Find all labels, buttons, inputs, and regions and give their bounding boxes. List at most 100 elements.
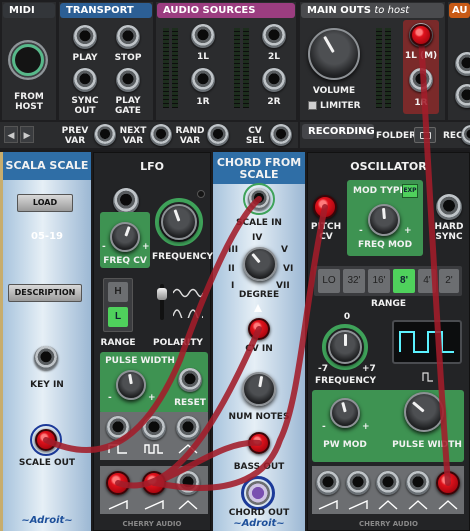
prev-var-jack[interactable] [94,124,116,146]
audio-1l-label: 1L [197,52,209,62]
osc-range-32[interactable]: 32' [343,269,365,293]
main-out-1l-label: 1L (M) [404,51,438,61]
stop-jack[interactable] [116,25,140,49]
audio-1r-label: 1R [196,97,210,107]
next-var-jack[interactable] [150,124,172,146]
rand-var-jack[interactable] [207,124,229,146]
play-gate-jack[interactable] [116,68,140,92]
osc-out-jack-2[interactable] [346,471,370,495]
audio-2r-label: 2R [267,97,281,107]
chord-brand: ~Adroit~ [233,518,285,529]
sync-out-label: SYNC OUT [71,96,99,116]
osc-out-pulse-icon [438,500,458,510]
scala-scale-out-label: SCALE OUT [18,458,76,468]
lfo-polarity-unipolar-wave-icon [173,309,203,318]
lfo-freq-cv-knob[interactable] [110,222,140,252]
lfo-pulse-width-knob[interactable] [116,370,146,400]
chord-out-socket[interactable] [246,481,270,505]
chord-bass-out-label: BASS OUT [233,462,285,472]
osc-out-sine-icon [408,500,428,510]
play-jack[interactable] [73,25,97,49]
lfo-cv-jack[interactable] [113,188,139,214]
scala-load-button[interactable]: LOAD [17,194,73,212]
scala-description-button[interactable]: DESCRIPTION [8,284,82,302]
osc-hard-sync-jack[interactable] [436,194,462,220]
osc-brand: CHERRY AUDIO [359,520,418,528]
scala-key-in-jack[interactable] [34,346,58,370]
chord-cv-in-plug[interactable] [248,318,270,340]
folder-label: FOLDER [376,131,417,141]
osc-out-jack-3[interactable] [376,471,400,495]
main-out-1l-plug[interactable] [410,24,432,46]
main-outs-title-text: MAIN OUTS [307,5,371,16]
rand-var-label: RAND VAR [175,126,205,146]
chord-bass-out-plug[interactable] [248,432,270,454]
lfo-triangle-wave-icon [178,444,198,454]
limiter-checkbox[interactable] [308,101,317,110]
lfo-polarity-bipolar-wave-icon [173,288,203,298]
lfo-frequency-knob[interactable] [161,204,197,240]
folder-icon [420,132,431,139]
main-outs-subtitle: to host [374,5,410,16]
lfo-polarity-toggle[interactable] [157,284,167,320]
osc-range-8[interactable]: 8' [393,269,415,293]
lfo-tri-out-jack[interactable] [176,416,200,440]
arrow-right-button[interactable]: ▶ [20,126,34,143]
folder-button[interactable] [414,127,436,143]
osc-range-2[interactable]: 2' [439,269,459,293]
lfo-brand: CHERRY AUDIO [122,520,182,528]
lfo-reset-label: RESET [174,398,206,408]
osc-pw-mod-knob[interactable] [330,398,360,428]
play-label: PLAY [72,53,98,63]
midi-title: MIDI [3,3,55,18]
main-out-1r-jack[interactable] [409,68,433,92]
osc-freq-mod-label: FREQ MOD [357,240,413,250]
osc-pulse-width-knob[interactable] [404,392,444,432]
lfo-range-h[interactable]: H [108,282,128,302]
volume-knob[interactable] [308,28,360,80]
osc-range-4[interactable]: 4' [418,269,436,293]
chord-scale-in-jack[interactable] [248,188,270,210]
osc-scope-square-wave-icon [399,331,454,353]
lfo-saw-out-plug[interactable] [106,471,130,495]
chord-num-notes-knob[interactable] [242,372,276,406]
osc-pitch-cv-plug[interactable] [313,195,337,219]
lfo-pulse-wave-icon [144,444,163,454]
audio-2r-jack[interactable] [262,68,286,92]
audio-1l-jack[interactable] [191,24,215,48]
osc-out-jack-1[interactable] [316,471,340,495]
osc-frequency-knob[interactable] [328,330,362,364]
audio-meter-2r [243,28,249,108]
osc-freq-mod-knob[interactable] [368,204,400,236]
osc-range-lo[interactable]: LO [318,269,340,293]
rec-label: REC [443,131,463,141]
audio-2l-jack[interactable] [262,24,286,48]
osc-pulse-width-label: PULSE WIDTH [392,440,462,450]
chord-degree-knob[interactable] [243,247,277,281]
arrow-left-button[interactable]: ◀ [4,126,18,143]
lfo-sine-wave-icon [178,500,198,510]
osc-range-16[interactable]: 16' [368,269,390,293]
cv-sel-jack[interactable] [270,124,292,146]
limiter-label: LIMITER [320,101,361,111]
lfo-pulse-out-jack[interactable] [142,416,166,440]
sync-out-jack[interactable] [73,68,97,92]
lfo-square-out-jack[interactable] [106,416,130,440]
lfo-reset-jack[interactable] [178,368,202,392]
osc-exp-toggle[interactable]: EXP [402,184,418,198]
lfo-ramp-out-plug[interactable] [142,471,166,495]
lfo-rate-led [197,190,205,198]
lfo-polarity-toggle-lever [157,288,167,300]
scala-title: SCALA SCALE [5,159,89,172]
lfo-range-l[interactable]: L [108,307,128,327]
lfo-sine-out-jack[interactable] [176,471,200,495]
osc-title: OSCILLATOR [350,160,427,173]
lfo-frequency-label: FREQUENCY [152,252,213,262]
play-gate-label: PLAY GATE [115,96,141,116]
audio-1r-jack[interactable] [191,68,215,92]
scala-scale-out-plug[interactable] [35,429,57,451]
osc-out-plug-5[interactable] [436,471,460,495]
chord-num-notes-label: NUM NOTES [228,412,290,422]
osc-out-jack-4[interactable] [406,471,430,495]
osc-range-label: RANGE [371,299,406,309]
